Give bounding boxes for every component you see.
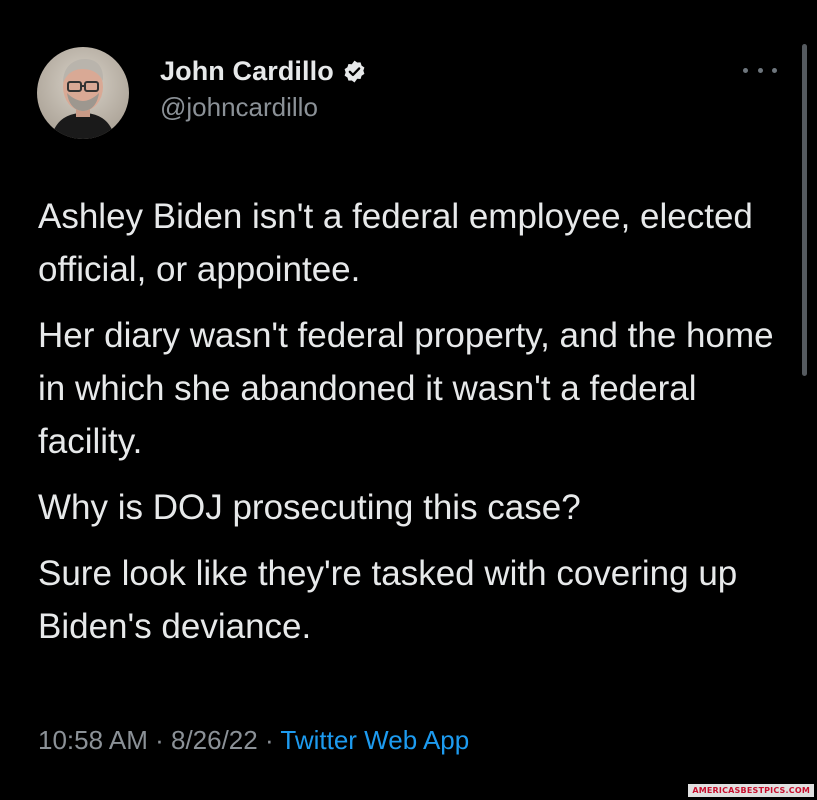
avatar[interactable] bbox=[37, 47, 129, 139]
source-app-link[interactable]: Twitter Web App bbox=[280, 725, 469, 755]
tweet-metadata: 10:58 AM · 8/26/22 · Twitter Web App bbox=[38, 725, 469, 756]
name-row: John Cardillo bbox=[160, 54, 367, 88]
tweet-paragraph: Ashley Biden isn't a federal employee, e… bbox=[38, 197, 753, 289]
tweet-time[interactable]: 10:58 AM bbox=[38, 725, 148, 755]
scrollbar[interactable] bbox=[802, 44, 807, 376]
more-horizontal-icon[interactable] bbox=[743, 62, 777, 78]
separator: · bbox=[264, 725, 281, 755]
watermark: AMERICASBESTPICS.COM bbox=[688, 784, 814, 797]
avatar-photo bbox=[37, 47, 129, 139]
tweet-paragraph: Her diary wasn't federal property, and t… bbox=[38, 316, 774, 461]
verified-badge-icon bbox=[344, 60, 365, 82]
tweet-paragraph: Sure look like they're tasked with cover… bbox=[38, 554, 738, 646]
tweet-text: Ashley Biden isn't a federal employee, e… bbox=[38, 190, 778, 666]
more-dot bbox=[743, 67, 748, 73]
author-header: John Cardillo @johncardillo bbox=[160, 54, 367, 123]
user-handle[interactable]: @johncardillo bbox=[160, 92, 367, 123]
more-dot bbox=[757, 67, 763, 73]
tweet-date[interactable]: 8/26/22 bbox=[171, 725, 258, 755]
tweet-paragraph: Why is DOJ prosecuting this case? bbox=[38, 488, 581, 527]
more-dot bbox=[772, 67, 777, 73]
display-name[interactable]: John Cardillo bbox=[160, 56, 334, 87]
tweet: John Cardillo @johncardillo Ashley Biden… bbox=[0, 0, 817, 800]
separator: · bbox=[155, 725, 171, 755]
